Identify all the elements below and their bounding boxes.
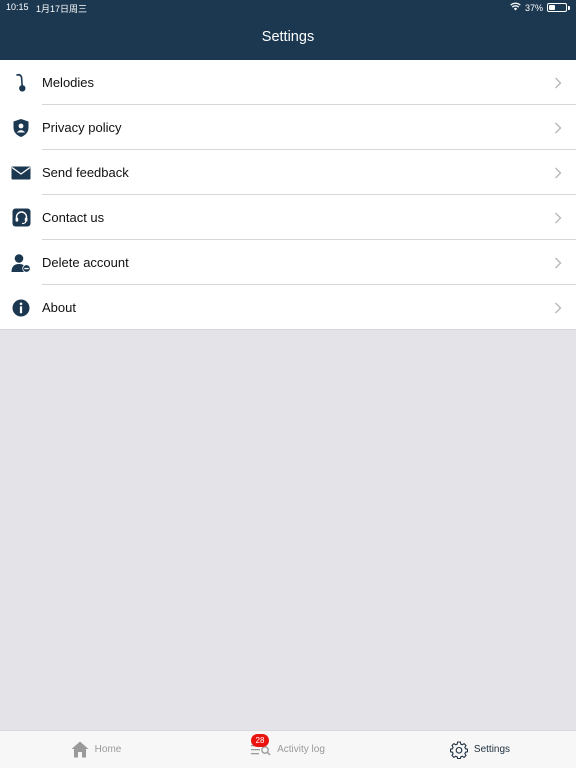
wifi-icon bbox=[510, 2, 521, 13]
settings-item-label: Send feedback bbox=[42, 165, 129, 180]
chevron-right-icon bbox=[546, 257, 570, 269]
status-indicators: 37% bbox=[510, 2, 570, 13]
info-icon bbox=[0, 285, 42, 330]
top-bar: 10:15 1月17日周三 37% Settings bbox=[0, 0, 576, 60]
headset-icon bbox=[0, 195, 42, 240]
notification-badge: 28 bbox=[251, 734, 269, 747]
music-note-icon bbox=[0, 60, 42, 105]
chevron-right-icon bbox=[546, 212, 570, 224]
chevron-right-icon bbox=[546, 167, 570, 179]
chevron-right-icon bbox=[546, 77, 570, 89]
page-title: Settings bbox=[261, 29, 315, 45]
tab-settings[interactable]: Settings bbox=[384, 731, 576, 768]
envelope-icon bbox=[0, 150, 42, 195]
status-time: 10:15 bbox=[6, 2, 29, 12]
tab-bar: Home 28 Activity log Settings bbox=[0, 730, 576, 768]
settings-item-send-feedback[interactable]: Send feedback bbox=[0, 150, 576, 195]
settings-item-label: About bbox=[42, 300, 76, 315]
status-bar: 10:15 1月17日周三 37% bbox=[0, 0, 576, 16]
shield-user-icon bbox=[0, 105, 42, 150]
settings-item-melodies[interactable]: Melodies bbox=[0, 60, 576, 105]
tab-activity-log[interactable]: 28 Activity log bbox=[192, 731, 384, 768]
divider bbox=[0, 329, 576, 330]
battery-icon bbox=[547, 3, 567, 12]
settings-item-label: Privacy policy bbox=[42, 120, 122, 135]
battery-tip bbox=[568, 5, 570, 10]
home-icon bbox=[71, 741, 89, 758]
settings-item-privacy-policy[interactable]: Privacy policy bbox=[0, 105, 576, 150]
settings-list: Melodies Privacy policy Send feedback Co… bbox=[0, 60, 576, 330]
gear-icon bbox=[449, 740, 468, 759]
settings-item-contact-us[interactable]: Contact us bbox=[0, 195, 576, 240]
settings-item-label: Melodies bbox=[42, 75, 95, 90]
settings-item-label: Contact us bbox=[42, 210, 105, 225]
status-date: 1月17日周三 bbox=[36, 4, 88, 14]
chevron-right-icon bbox=[546, 302, 570, 314]
battery-percent: 37% bbox=[524, 2, 543, 13]
battery-fill bbox=[549, 5, 555, 10]
settings-item-delete-account[interactable]: Delete account bbox=[0, 240, 576, 285]
settings-item-label: Delete account bbox=[42, 255, 129, 270]
user-remove-icon bbox=[0, 240, 42, 285]
tab-home[interactable]: Home bbox=[0, 731, 192, 768]
tab-label: Activity log bbox=[277, 744, 325, 755]
chevron-right-icon bbox=[546, 122, 570, 134]
settings-item-about[interactable]: About bbox=[0, 285, 576, 330]
tab-label: Home bbox=[94, 744, 122, 755]
tab-label: Settings bbox=[473, 744, 511, 755]
